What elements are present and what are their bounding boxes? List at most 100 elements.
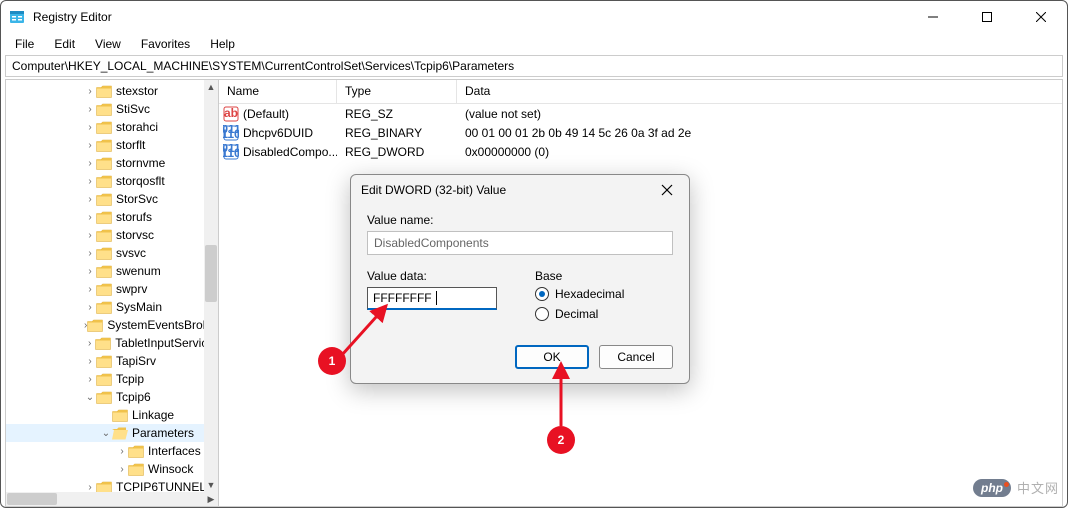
annotation-1-label: 1 — [329, 354, 336, 368]
tree-item-systemeventsbroker[interactable]: SystemEventsBroker — [6, 316, 218, 334]
tree-item-storvsc[interactable]: storvsc — [6, 226, 218, 244]
twisty-icon[interactable] — [84, 284, 96, 295]
value-name-field: DisabledComponents — [367, 231, 673, 255]
twisty-icon[interactable] — [84, 104, 96, 115]
menu-view[interactable]: View — [87, 35, 129, 53]
list-row[interactable]: 011110Dhcpv6DUIDREG_BINARY00 01 00 01 2b… — [219, 123, 1062, 142]
dialog-titlebar[interactable]: Edit DWORD (32-bit) Value — [351, 175, 689, 205]
tree-item-label: SysMain — [116, 300, 162, 314]
value-data-input[interactable]: FFFFFFFF — [367, 287, 497, 310]
tree-item-label: storqosflt — [116, 174, 165, 188]
value-type: REG_BINARY — [337, 126, 457, 140]
folder-icon — [95, 337, 111, 350]
tree-item-stisvc[interactable]: StiSvc — [6, 100, 218, 118]
value-data-label: Value data: — [367, 269, 505, 283]
menu-edit[interactable]: Edit — [46, 35, 83, 53]
annotation-badge-1: 1 — [318, 347, 346, 375]
maximize-button[interactable] — [973, 3, 1001, 31]
tree-item-swprv[interactable]: swprv — [6, 280, 218, 298]
twisty-icon[interactable] — [84, 122, 96, 133]
binary-value-icon: 011110 — [223, 125, 239, 141]
twisty-icon[interactable] — [84, 302, 96, 313]
tree-item-stornvme[interactable]: stornvme — [6, 154, 218, 172]
twisty-icon[interactable] — [84, 248, 96, 259]
twisty-icon[interactable] — [116, 446, 128, 457]
twisty-icon[interactable] — [84, 482, 96, 493]
tree-item-label: svsvc — [116, 246, 146, 260]
tree-item-label: stexstor — [116, 84, 158, 98]
menu-file[interactable]: File — [7, 35, 42, 53]
column-header-data[interactable]: Data — [457, 80, 1062, 103]
twisty-icon[interactable] — [84, 230, 96, 241]
tree-item-storflt[interactable]: storflt — [6, 136, 218, 154]
dialog-close-button[interactable] — [655, 178, 679, 202]
tree-item-interfaces[interactable]: Interfaces — [6, 442, 218, 460]
string-value-icon: ab — [223, 106, 239, 122]
tree-item-winsock[interactable]: Winsock — [6, 460, 218, 478]
value-type: REG_SZ — [337, 107, 457, 121]
ok-button[interactable]: OK — [515, 345, 589, 369]
twisty-icon[interactable] — [84, 140, 96, 151]
tree: stexstor StiSvcstorahcistorfltstornvme sto… — [6, 80, 218, 498]
twisty-icon[interactable] — [84, 86, 96, 97]
radio-hexadecimal[interactable]: Hexadecimal — [535, 287, 673, 301]
list-row[interactable]: 011110DisabledCompo...REG_DWORD0x0000000… — [219, 142, 1062, 161]
tree-item-swenum[interactable]: swenum — [6, 262, 218, 280]
tree-item-sysmain[interactable]: SysMain — [6, 298, 218, 316]
twisty-icon[interactable] — [84, 356, 96, 367]
list-row[interactable]: ab(Default)REG_SZ(value not set) — [219, 104, 1062, 123]
svg-text:110: 110 — [223, 127, 239, 141]
tree-item-linkage[interactable]: Linkage — [6, 406, 218, 424]
tree-horizontal-scrollbar[interactable]: ◀ ▶ — [6, 492, 218, 506]
scroll-down-arrow-icon[interactable]: ▼ — [204, 478, 218, 492]
twisty-icon[interactable] — [84, 338, 95, 349]
twisty-icon[interactable] — [84, 266, 96, 277]
tree-item-storahci[interactable]: storahci — [6, 118, 218, 136]
titlebar: Registry Editor — [1, 1, 1067, 33]
tree-item-tcpip6[interactable]: Tcpip6 — [6, 388, 218, 406]
tree-item-storufs[interactable]: storufs — [6, 208, 218, 226]
radio-icon — [535, 287, 549, 301]
menu-favorites[interactable]: Favorites — [133, 35, 198, 53]
twisty-icon[interactable] — [84, 158, 96, 169]
minimize-button[interactable] — [919, 3, 947, 31]
window-title: Registry Editor — [33, 10, 919, 24]
twisty-icon[interactable] — [84, 212, 96, 223]
tree-item-stexstor[interactable]: stexstor — [6, 82, 218, 100]
folder-icon — [96, 211, 112, 224]
scroll-right-arrow-icon[interactable]: ▶ — [204, 492, 218, 506]
tree-item-storsvc[interactable]: StorSvc — [6, 190, 218, 208]
column-header-type[interactable]: Type — [337, 80, 457, 103]
watermark: php 中文网 — [973, 478, 1059, 497]
tree-vertical-scrollbar[interactable]: ▲ ▼ — [204, 80, 218, 492]
menu-help[interactable]: Help — [202, 35, 243, 53]
twisty-icon[interactable] — [84, 176, 96, 187]
cancel-button[interactable]: Cancel — [599, 345, 673, 369]
tree-item-label: Tcpip — [116, 372, 144, 386]
folder-icon — [87, 319, 103, 332]
tree-pane: stexstor StiSvcstorahcistorfltstornvme sto… — [5, 79, 219, 507]
base-label: Base — [535, 269, 673, 283]
column-header-name[interactable]: Name — [219, 80, 337, 103]
dialog-title: Edit DWORD (32-bit) Value — [361, 183, 655, 197]
tree-item-storqosflt[interactable]: storqosflt — [6, 172, 218, 190]
radio-decimal[interactable]: Decimal — [535, 307, 673, 321]
twisty-icon[interactable] — [84, 374, 96, 385]
tree-item-parameters[interactable]: Parameters — [6, 424, 218, 442]
twisty-icon[interactable] — [84, 392, 96, 403]
address-bar[interactable]: Computer\HKEY_LOCAL_MACHINE\SYSTEM\Curre… — [5, 55, 1063, 77]
tree-item-tapisrv[interactable]: TapiSrv — [6, 352, 218, 370]
tree-item-tabletinputservice[interactable]: TabletInputService — [6, 334, 218, 352]
close-button[interactable] — [1027, 3, 1055, 31]
tree-item-tcpip[interactable]: Tcpip — [6, 370, 218, 388]
value-data-text: FFFFFFFF — [373, 291, 432, 305]
folder-icon — [128, 445, 144, 458]
scroll-thumb-vertical[interactable] — [205, 245, 217, 303]
tree-item-svsvc[interactable]: svsvc — [6, 244, 218, 262]
twisty-icon[interactable] — [100, 428, 112, 439]
folder-icon — [128, 463, 144, 476]
twisty-icon[interactable] — [84, 194, 96, 205]
scroll-thumb-horizontal[interactable] — [7, 493, 57, 505]
scroll-up-arrow-icon[interactable]: ▲ — [204, 80, 218, 94]
twisty-icon[interactable] — [116, 464, 128, 475]
